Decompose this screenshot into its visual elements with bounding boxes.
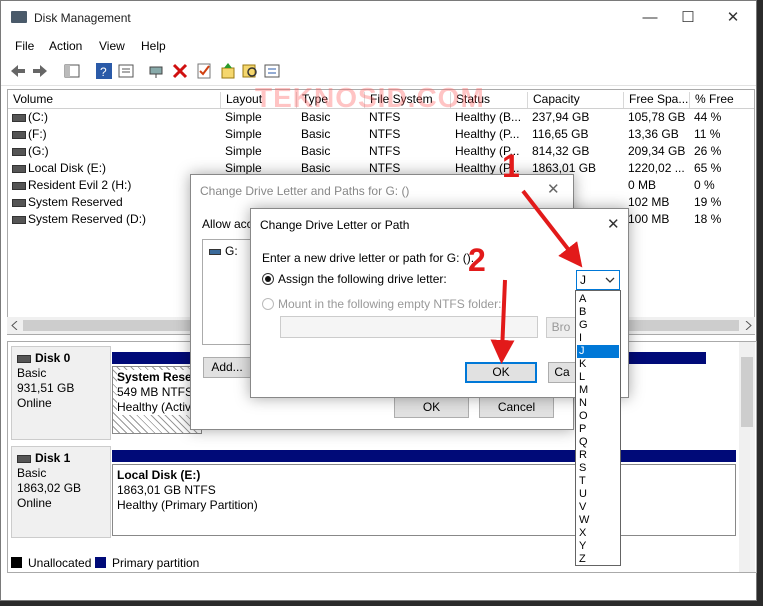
annotation-arrows [490,189,583,364]
arrow-to-dropdown [521,189,583,268]
arrow-to-ok [490,279,515,364]
